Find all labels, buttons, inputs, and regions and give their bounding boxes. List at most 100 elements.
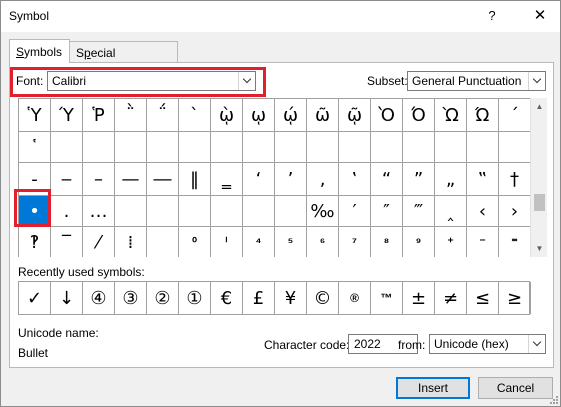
symbol-cell[interactable]: ⁼ [499, 227, 530, 257]
symbol-cell[interactable]: ῭ [115, 99, 147, 132]
symbol-cell[interactable]: Ώ [467, 99, 499, 132]
symbol-cell[interactable] [499, 132, 530, 163]
symbol-cell[interactable]: ῾ [19, 132, 51, 163]
recent-symbols-row[interactable]: ✓ ↓ ④ ③ ② ① € £ ¥ © ® ™ ± ≠ ≤ ≥ [18, 281, 531, 315]
recent-symbol-cell[interactable]: ≠ [435, 282, 467, 314]
recent-symbol-cell[interactable]: £ [243, 282, 275, 314]
symbol-cell[interactable]: ‖ [179, 163, 211, 196]
symbol-cell[interactable]: ⁰ [179, 227, 211, 257]
symbol-cell[interactable] [147, 227, 179, 257]
scroll-thumb[interactable] [534, 194, 545, 211]
recent-symbol-cell[interactable]: ¥ [275, 282, 307, 314]
symbol-cell[interactable]: ⁹ [403, 227, 435, 257]
symbol-cell[interactable]: Ύ [51, 99, 83, 132]
from-select[interactable]: Unicode (hex) [429, 334, 546, 354]
symbol-cell[interactable]: ⁶ [307, 227, 339, 257]
symbol-cell[interactable]: “ [371, 163, 403, 196]
recent-symbol-cell[interactable]: ✓ [19, 282, 51, 314]
recent-symbol-cell[interactable]: € [211, 282, 243, 314]
symbol-cell[interactable] [51, 132, 83, 163]
symbol-cell[interactable]: ‒ [51, 163, 83, 196]
symbol-cell[interactable]: ′ [339, 196, 371, 227]
symbol-cell[interactable] [83, 132, 115, 163]
recent-symbol-cell[interactable]: © [307, 282, 339, 314]
symbol-cell[interactable] [307, 132, 339, 163]
resize-grip-icon[interactable] [548, 394, 558, 404]
symbol-cell[interactable]: ‰ [307, 196, 339, 227]
symbol-cell[interactable]: – [83, 163, 115, 196]
symbol-cell[interactable]: ⁵ [275, 227, 307, 257]
symbol-cell[interactable] [115, 196, 147, 227]
symbol-cell[interactable]: ‴ [403, 196, 435, 227]
symbol-cell[interactable]: ῴ [275, 99, 307, 132]
insert-button[interactable]: Insert [396, 377, 470, 399]
symbol-cell[interactable] [211, 132, 243, 163]
symbol-cell[interactable]: ― [147, 163, 179, 196]
symbol-cell[interactable]: ’ [275, 163, 307, 196]
recent-symbol-cell[interactable]: ② [147, 282, 179, 314]
symbol-cell[interactable]: Ῥ [83, 99, 115, 132]
recent-symbol-cell[interactable]: ® [339, 282, 371, 314]
symbol-cell[interactable]: ″ [371, 196, 403, 227]
recent-symbol-cell[interactable]: ↓ [51, 282, 83, 314]
symbol-cell[interactable]: ⁷ [339, 227, 371, 257]
symbol-cell[interactable] [179, 132, 211, 163]
symbol-cell[interactable] [275, 132, 307, 163]
recent-symbol-cell[interactable]: ≥ [499, 282, 531, 314]
symbol-cell[interactable]: Ὑ [19, 99, 51, 132]
symbol-cell[interactable]: ⁞ [115, 227, 147, 257]
symbol-cell[interactable]: ‽ [19, 227, 51, 257]
tab-special-characters[interactable]: Special Characters [69, 41, 178, 74]
recent-symbol-cell[interactable]: ™ [371, 282, 403, 314]
symbol-cell[interactable]: ´ [499, 99, 530, 132]
symbol-cell[interactable]: ⁱ [211, 227, 243, 257]
symbol-cell[interactable] [243, 196, 275, 227]
symbol-cell[interactable] [435, 132, 467, 163]
scroll-up-icon[interactable]: ▲ [531, 98, 548, 115]
cancel-button[interactable]: Cancel [478, 377, 553, 399]
symbol-cell[interactable]: ‛ [339, 163, 371, 196]
symbol-grid[interactable]: Ὑ Ύ Ῥ ῭ ΅ ` ῲ ῳ ῴ ῶ ῷ Ὸ Ό Ὼ Ώ ´ ῾ ‐ ‒ – — ― ‖ ‗ ‘’ ‚ ‛ “” „ ‟ † • ․… ‰ ′ ″ ‴… [18, 98, 530, 257]
symbol-cell[interactable] [179, 196, 211, 227]
symbol-cell[interactable] [403, 132, 435, 163]
recent-symbol-cell[interactable]: ③ [115, 282, 147, 314]
symbol-cell[interactable]: ‟ [467, 163, 499, 196]
symbol-cell[interactable]: ⁻ [467, 227, 499, 257]
recent-symbol-cell[interactable]: ± [403, 282, 435, 314]
symbol-cell[interactable]: Ὸ [371, 99, 403, 132]
symbol-cell[interactable]: Ό [403, 99, 435, 132]
symbol-cell[interactable]: ΅ [147, 99, 179, 132]
symbol-cell[interactable] [115, 132, 147, 163]
chevron-down-icon[interactable] [528, 335, 545, 353]
grid-scrollbar[interactable]: ▲ ▼ [530, 98, 547, 257]
symbol-cell[interactable]: ‹ [467, 196, 499, 227]
symbol-cell[interactable] [147, 132, 179, 163]
symbol-cell[interactable]: Ὼ [435, 99, 467, 132]
symbol-cell[interactable] [275, 196, 307, 227]
symbol-cell[interactable] [339, 132, 371, 163]
symbol-cell[interactable] [371, 132, 403, 163]
chevron-down-icon[interactable] [528, 72, 545, 90]
symbol-cell[interactable]: ⁺ [435, 227, 467, 257]
symbol-cell[interactable]: ῲ [211, 99, 243, 132]
symbol-cell[interactable]: „ [435, 163, 467, 196]
recent-symbol-cell[interactable]: ④ [83, 282, 115, 314]
symbol-cell[interactable]: ‾ [51, 227, 83, 257]
symbol-cell[interactable] [467, 132, 499, 163]
symbol-cell[interactable]: ⁴ [243, 227, 275, 257]
symbol-cell[interactable]: ‸ [435, 196, 467, 227]
symbol-cell[interactable]: … [83, 196, 115, 227]
recent-symbol-cell[interactable]: ① [179, 282, 211, 314]
symbol-cell[interactable] [243, 132, 275, 163]
tab-symbols[interactable]: Symbols [9, 39, 70, 63]
symbol-cell[interactable]: ⁄ [83, 227, 115, 257]
symbol-cell[interactable]: ῶ [307, 99, 339, 132]
symbol-cell[interactable]: † [499, 163, 530, 196]
symbol-cell[interactable]: — [115, 163, 147, 196]
scroll-down-icon[interactable]: ▼ [531, 240, 548, 257]
symbol-cell[interactable] [211, 196, 243, 227]
symbol-cell[interactable] [147, 196, 179, 227]
symbol-cell[interactable]: ῷ [339, 99, 371, 132]
symbol-cell[interactable]: ‚ [307, 163, 339, 196]
symbol-cell[interactable]: ‗ [211, 163, 243, 196]
